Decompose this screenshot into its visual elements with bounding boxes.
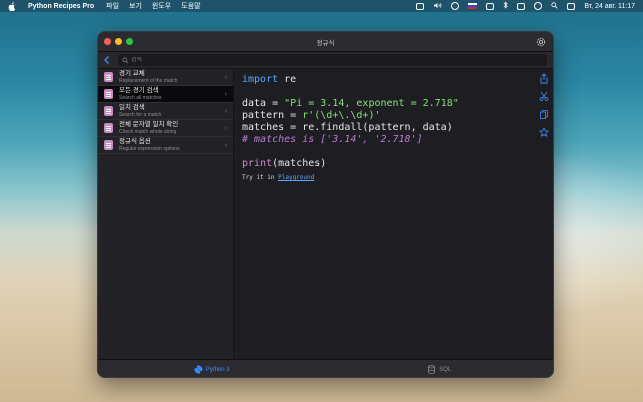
chevron-right-icon: › bbox=[224, 108, 227, 115]
chevron-right-icon: › bbox=[224, 125, 227, 132]
recipe-icon bbox=[104, 89, 113, 99]
try-it-row: Try it in Playground bbox=[242, 174, 315, 181]
sidebar-item-subtitle: Check match whole string bbox=[119, 128, 177, 135]
bluetooth-icon[interactable] bbox=[503, 1, 508, 11]
traffic-lights bbox=[104, 38, 133, 45]
minimize-window-button[interactable] bbox=[115, 38, 122, 45]
code-line-5-comment: # matches is ['3.14', '2.718'] bbox=[242, 134, 423, 145]
chevron-right-icon: › bbox=[224, 74, 227, 81]
code-line-3: pattern = r'(\d+\.\d+)' bbox=[242, 110, 381, 121]
wifi-icon[interactable] bbox=[517, 2, 526, 10]
menubar-datetime[interactable]: Вт, 24 авг. 11:17 bbox=[584, 3, 635, 10]
sidebar-item-title: 정규식 옵션 bbox=[119, 138, 151, 146]
menu-window[interactable]: 윈도우 bbox=[152, 1, 171, 11]
share-icon[interactable] bbox=[539, 73, 549, 84]
sidebar-item-subtitle: Regular expression options bbox=[119, 145, 180, 152]
search-input[interactable] bbox=[130, 57, 547, 63]
network-icon[interactable] bbox=[451, 2, 460, 10]
user-icon[interactable] bbox=[534, 2, 543, 10]
menu-file[interactable]: 파일 bbox=[106, 1, 119, 11]
control-center-icon[interactable] bbox=[567, 2, 576, 10]
menubar-app-name[interactable]: Python Recipes Pro bbox=[28, 3, 94, 10]
database-icon bbox=[428, 365, 436, 374]
tab-sql[interactable]: SQL bbox=[326, 365, 554, 374]
sidebar-item-title: 일치 검색 bbox=[119, 104, 145, 112]
sidebar: 경기 교체 Replacement of the match › 모든 경기 검… bbox=[98, 69, 234, 359]
volume-icon[interactable] bbox=[433, 2, 442, 11]
search-icon bbox=[122, 57, 129, 63]
sidebar-item-title: 모든 경기 검색 bbox=[119, 87, 159, 95]
back-chevron-icon[interactable] bbox=[102, 54, 112, 66]
search-field[interactable] bbox=[118, 54, 547, 66]
sidebar-item-subtitle: Replacement of the match bbox=[119, 77, 178, 84]
sidebar-item-full-match[interactable]: 전체 문자열 일치 확인 Check match whole string › bbox=[98, 120, 233, 137]
bottom-tab-bar: Python 3 SQL bbox=[98, 359, 554, 377]
screen-icon[interactable] bbox=[486, 2, 495, 10]
code-line-4: matches = re.findall(pattern, data) bbox=[242, 122, 453, 133]
recipe-icon bbox=[104, 72, 113, 82]
titlebar: 정규식 bbox=[98, 32, 553, 52]
recipe-icon bbox=[104, 140, 113, 150]
playground-link[interactable]: Playground bbox=[278, 174, 314, 181]
sidebar-item-subtitle: Search for a match bbox=[119, 111, 162, 118]
code-line-2: data = "Pi = 3.14, exponent = 2.718" bbox=[242, 98, 459, 109]
sidebar-item-regex-options[interactable]: 정규식 옵션 Regular expression options › bbox=[98, 137, 233, 154]
menu-view[interactable]: 보기 bbox=[129, 1, 142, 11]
maximize-window-button[interactable] bbox=[126, 38, 133, 45]
menu-help[interactable]: 도움말 bbox=[181, 1, 200, 11]
apple-icon[interactable] bbox=[8, 1, 16, 11]
chevron-right-icon: › bbox=[224, 142, 227, 149]
code-block[interactable]: import re data = "Pi = 3.14, exponent = 2… bbox=[242, 74, 459, 184]
code-view: import re data = "Pi = 3.14, exponent = 2… bbox=[234, 69, 553, 359]
chevron-right-icon: › bbox=[224, 91, 227, 98]
spotlight-search-icon[interactable] bbox=[551, 1, 558, 11]
menubar: Python Recipes Pro 파일 보기 윈도우 도움말 Вт, 24 … bbox=[0, 0, 643, 12]
code-line-6: print(matches) bbox=[242, 158, 327, 169]
sidebar-item-search-all-matches[interactable]: 모든 경기 검색 Search all matches › bbox=[98, 86, 233, 103]
search-row bbox=[98, 52, 553, 69]
close-window-button[interactable] bbox=[104, 38, 111, 45]
sidebar-item-title: 경기 교체 bbox=[119, 70, 145, 78]
code-toolbar bbox=[539, 73, 549, 138]
sidebar-item-search-match[interactable]: 일치 검색 Search for a match › bbox=[98, 103, 233, 120]
tab-label: Python 3 bbox=[205, 366, 230, 373]
star-icon[interactable] bbox=[539, 127, 549, 138]
app-window: 정규식 경기 교체 Replacement of the match › bbox=[97, 31, 554, 378]
scissors-icon[interactable] bbox=[539, 91, 549, 102]
sidebar-item-title: 전체 문자열 일치 확인 bbox=[119, 121, 179, 129]
input-source-flag-icon[interactable] bbox=[468, 3, 478, 9]
tab-label: SQL bbox=[439, 366, 452, 373]
recipe-icon bbox=[104, 123, 113, 133]
recipe-icon bbox=[104, 106, 113, 116]
window-title: 정규식 bbox=[316, 39, 335, 47]
copy-icon[interactable] bbox=[539, 109, 549, 120]
code-line-1: import re bbox=[242, 74, 297, 85]
message-icon[interactable] bbox=[416, 2, 425, 10]
sidebar-item-replace-match[interactable]: 경기 교체 Replacement of the match › bbox=[98, 69, 233, 86]
tab-python3[interactable]: Python 3 bbox=[98, 365, 326, 374]
sidebar-item-subtitle: Search all matches bbox=[119, 94, 162, 101]
python-icon bbox=[194, 365, 203, 374]
gear-icon[interactable] bbox=[535, 36, 547, 48]
